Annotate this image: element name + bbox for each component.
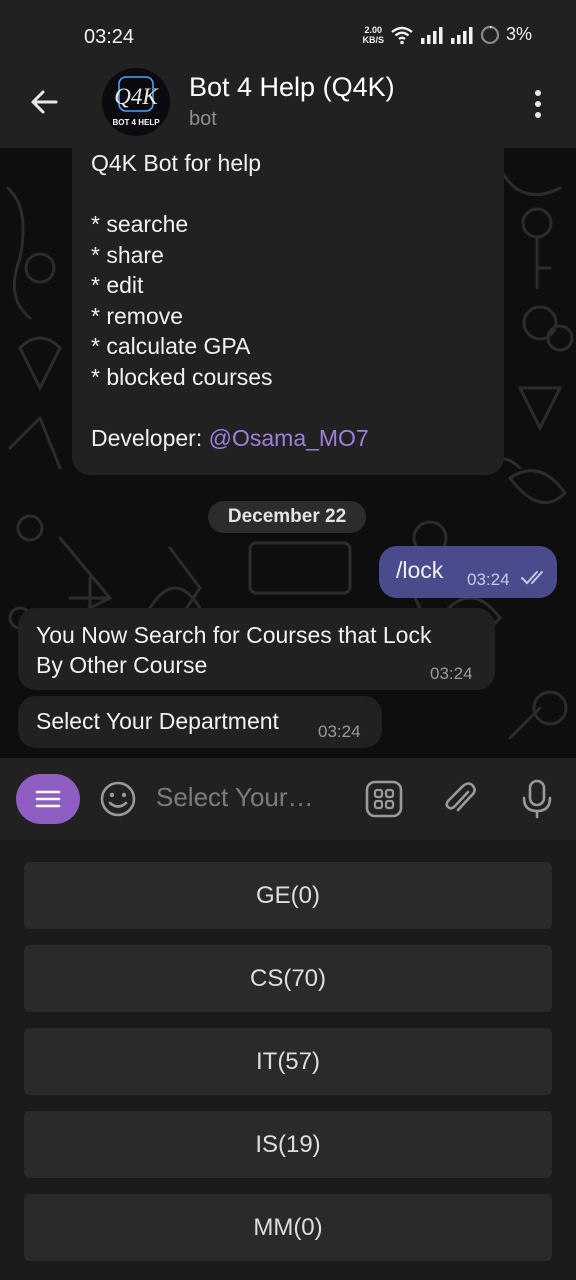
battery-icon [480, 25, 500, 44]
message-input-bar: Select Your… [0, 758, 576, 840]
more-options-icon[interactable] [524, 84, 552, 124]
keyboard-button-it[interactable]: IT(57) [24, 1028, 552, 1095]
incoming-message-text: You Now Search for Courses that Lock By … [36, 620, 431, 680]
signal-icon [450, 26, 473, 44]
bot-menu-button[interactable] [16, 774, 80, 824]
microphone-icon[interactable] [517, 779, 557, 819]
chat-header: Q4K BOT 4 HELP Bot 4 Help (Q4K) bot [0, 58, 576, 148]
feature-item: * edit [91, 272, 144, 298]
developer-label: Developer: [91, 424, 209, 451]
network-speed: 2.00 KB/S [362, 25, 384, 45]
intro-title: Q4K Bot for help [91, 150, 262, 176]
incoming-message-bubble[interactable]: You Now Search for Courses that Lock By … [18, 608, 495, 690]
incoming-message-line: By Other Course [36, 652, 208, 678]
avatar-caption: BOT 4 HELP [112, 118, 160, 127]
outgoing-message-bubble[interactable]: /lock 03:24 [379, 546, 557, 598]
chat-subtitle: bot [189, 108, 217, 130]
outgoing-message-text: /lock [396, 557, 444, 583]
keyboard-button-cs[interactable]: CS(70) [24, 945, 552, 1012]
attach-icon[interactable] [440, 779, 480, 819]
feature-item: * blocked courses [91, 363, 273, 390]
developer-link[interactable]: @Osama_MO7 [209, 425, 369, 451]
bot-reply-keyboard: GE(0) CS(70) IT(57) IS(19) MM(0) [0, 840, 576, 1280]
keyboard-button-is[interactable]: IS(19) [24, 1111, 552, 1178]
message-time: 03:24 [430, 664, 473, 683]
feature-item: * remove [91, 302, 184, 329]
incoming-message-bubble[interactable]: Select Your Department 03:24 [18, 696, 382, 748]
menu-icon [35, 790, 61, 808]
network-speed-value: 2.00 [364, 24, 382, 35]
chat-title[interactable]: Bot 4 Help (Q4K) [189, 72, 395, 103]
bot-keyboard-icon[interactable] [364, 779, 404, 819]
date-separator: December 22 [208, 501, 366, 533]
message-time: 03:24 [318, 722, 361, 741]
emoji-icon[interactable] [98, 779, 138, 819]
back-arrow-icon[interactable] [24, 82, 64, 122]
feature-item: * share [91, 241, 164, 268]
avatar[interactable]: Q4K BOT 4 HELP [102, 68, 170, 136]
signal-icon [420, 26, 443, 44]
status-icons: 2.00 KB/S 3% [362, 24, 532, 45]
incoming-message-text: Select Your Department [36, 708, 279, 734]
avatar-logo-text: Q4K [114, 84, 159, 109]
chat-area[interactable]: Q4K Bot for help * searche * share * edi… [0, 148, 576, 758]
keyboard-button-mm[interactable]: MM(0) [24, 1194, 552, 1261]
developer-line: Developer: @Osama_MO7 [91, 423, 369, 454]
feature-item: * calculate GPA [91, 333, 251, 359]
battery-percent: 3% [505, 24, 532, 44]
network-speed-unit: KB/S [362, 34, 384, 45]
intro-message-text: Q4K Bot for help * searche * share * edi… [91, 148, 369, 453]
message-time: 03:24 [467, 570, 510, 589]
incoming-message-line: You Now Search for Courses that Lock [36, 622, 432, 648]
keyboard-button-ge[interactable]: GE(0) [24, 862, 552, 929]
feature-item: * searche [91, 211, 189, 237]
bot-logo-image: Q4K BOT 4 HELP [112, 76, 160, 127]
intro-message-bubble[interactable]: Q4K Bot for help * searche * share * edi… [72, 148, 504, 475]
message-input[interactable]: Select Your… [156, 782, 314, 813]
wifi-icon [391, 26, 413, 44]
double-check-icon [521, 571, 543, 585]
status-time: 03:24 [84, 26, 135, 48]
